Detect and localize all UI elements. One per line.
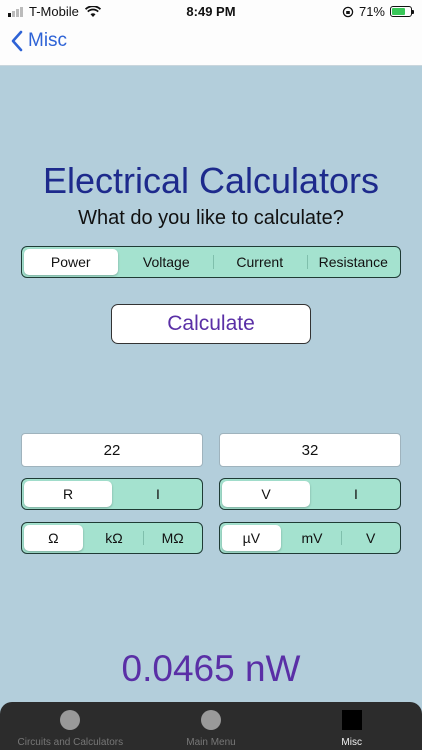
left-unit-control: Ω kΩ MΩ (21, 522, 203, 554)
segment-ohm[interactable]: Ω (24, 525, 83, 551)
status-bar: T-Mobile 8:49 PM 71% (0, 0, 422, 22)
tab-misc[interactable]: Misc (281, 702, 422, 750)
page-subtitle: What do you like to calculate? (78, 207, 344, 229)
right-unit-control: µV mV V (219, 522, 401, 554)
status-right: 71% (342, 4, 414, 19)
tab-label: Circuits and Calculators (17, 737, 124, 748)
tab-label: Main Menu (186, 737, 236, 748)
navigation-bar: Misc (0, 22, 422, 66)
back-label: Misc (28, 30, 68, 51)
segment-i-left[interactable]: I (114, 479, 202, 509)
segment-r[interactable]: R (24, 481, 112, 507)
circle-icon (201, 710, 221, 730)
tab-label: Misc (341, 737, 362, 748)
result-value: 0.0465 nW (121, 648, 301, 689)
segment-microvolt[interactable]: µV (222, 525, 281, 551)
segment-volt[interactable]: V (341, 523, 400, 553)
battery-fill (392, 8, 405, 15)
tab-main-menu[interactable]: Main Menu (141, 702, 282, 750)
left-value-input[interactable]: 22 (21, 433, 203, 467)
segment-millivolt[interactable]: mV (283, 523, 342, 553)
back-button[interactable]: Misc (10, 30, 67, 52)
tab-bar: Circuits and Calculators Main Menu Misc (0, 702, 422, 750)
left-quantity-control: R I (21, 478, 203, 510)
circle-icon (60, 710, 81, 730)
right-value-input[interactable]: 32 (219, 433, 401, 467)
square-icon (341, 710, 362, 730)
calculate-button[interactable]: Calculate (111, 304, 311, 344)
segment-power[interactable]: Power (24, 249, 118, 275)
chevron-left-icon (11, 30, 23, 52)
segment-v[interactable]: V (222, 481, 310, 507)
battery-percent: 71% (358, 4, 385, 19)
orientation-lock-icon (342, 6, 354, 17)
mode-segmented-control: Power Voltage Current Resistance (21, 246, 401, 278)
battery-icon (390, 6, 414, 17)
right-quantity-control: V I (219, 478, 401, 510)
segment-kilo-ohm[interactable]: kΩ (85, 523, 144, 553)
tab-circuits-and-calculators[interactable]: Circuits and Calculators (0, 702, 141, 750)
segment-voltage[interactable]: Voltage (120, 247, 214, 277)
segment-current[interactable]: Current (213, 247, 307, 277)
segment-resistance[interactable]: Resistance (306, 247, 401, 277)
segment-mega-ohm[interactable]: MΩ (143, 523, 202, 553)
segment-i-right[interactable]: I (312, 479, 400, 509)
page-title: Electrical Calculators (42, 160, 380, 201)
